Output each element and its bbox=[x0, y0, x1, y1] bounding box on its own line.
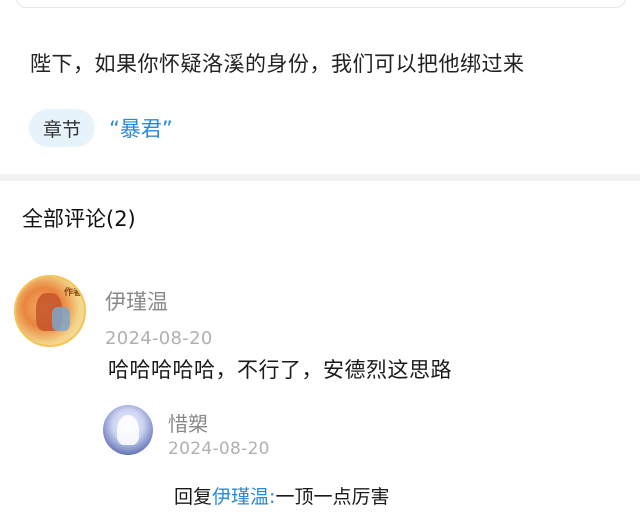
chapter-title-link[interactable]: “暴君” bbox=[109, 113, 173, 143]
commenter-username[interactable]: 伊瑾温 bbox=[105, 286, 168, 316]
reply-text: 一顶一点厉害 bbox=[275, 486, 390, 508]
author-badge: 作者 bbox=[64, 288, 83, 298]
chapter-row: 章节 “暴君” bbox=[29, 109, 173, 147]
section-divider bbox=[0, 174, 640, 181]
reply-target-user-link[interactable]: 伊瑾温 bbox=[212, 486, 269, 508]
reply-username[interactable]: 惜槊 bbox=[168, 408, 208, 437]
comments-section-title: 全部评论(2) bbox=[22, 207, 136, 231]
avatar-figure-secondary bbox=[52, 307, 70, 331]
comment-date: 2024-08-20 bbox=[105, 328, 213, 349]
previous-card-edge bbox=[16, 0, 626, 8]
chapter-chip[interactable]: 章节 bbox=[29, 109, 96, 147]
post-text: 陛下，如果你怀疑洛溪的身份，我们可以把他绑过来 bbox=[30, 52, 525, 76]
avatar-figure bbox=[117, 415, 139, 445]
commenter-avatar[interactable]: 作者 bbox=[14, 275, 86, 347]
reply-prefix: 回复 bbox=[174, 486, 213, 508]
comment-text[interactable]: 哈哈哈哈哈，不行了，安德烈这思路 bbox=[108, 354, 452, 386]
reply-avatar[interactable] bbox=[103, 405, 153, 455]
reply-text-line[interactable]: 回复伊瑾温:一顶一点厉害 bbox=[174, 482, 389, 512]
reply-date: 2024-08-20 bbox=[168, 439, 270, 459]
